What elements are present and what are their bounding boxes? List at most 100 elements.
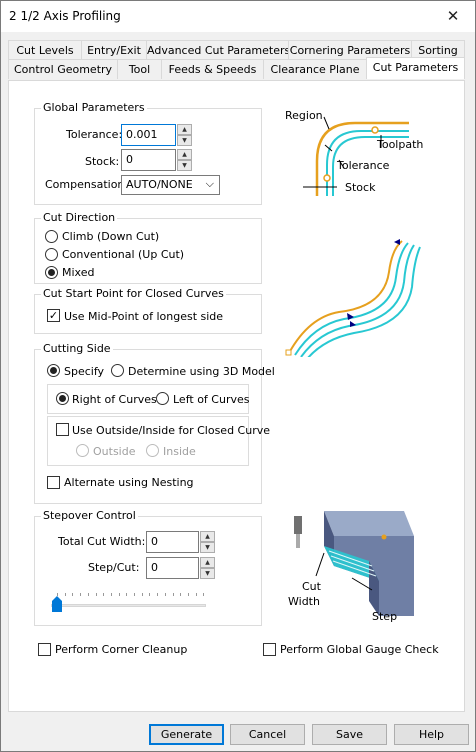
- generate-button[interactable]: Generate: [149, 724, 224, 745]
- total-cut-width-input[interactable]: 0: [146, 531, 199, 553]
- spin-up-icon[interactable]: ▲: [200, 557, 215, 568]
- slider-tick: [134, 593, 135, 596]
- compensation-label: Compensation:: [45, 178, 129, 191]
- alternate-nesting-label[interactable]: Alternate using Nesting: [64, 476, 194, 489]
- determine-3d-model-label[interactable]: Determine using 3D Model: [128, 365, 275, 378]
- spin-up-icon[interactable]: ▲: [177, 149, 192, 160]
- cutting-side-diagram: [285, 239, 421, 357]
- slider-tick: [126, 593, 128, 596]
- tolerance-input[interactable]: 0.001: [121, 124, 176, 146]
- tab-clearance-plane[interactable]: Clearance Plane: [263, 59, 367, 79]
- outside-radio[interactable]: [76, 444, 89, 457]
- compensation-select[interactable]: AUTO/NONE ⌵: [121, 175, 220, 195]
- tab-advanced-cut-parameters[interactable]: Advanced Cut Parameters: [146, 40, 290, 60]
- cut-direction-title: Cut Direction: [41, 211, 118, 224]
- stock-label: Stock:: [85, 155, 120, 168]
- tolerance-diagram-label: Tolerance: [336, 159, 390, 172]
- tab-feeds-speeds[interactable]: Feeds & Speeds: [161, 59, 264, 79]
- spin-up-icon[interactable]: ▲: [177, 124, 192, 135]
- tab-entry-exit[interactable]: Entry/Exit: [81, 40, 147, 60]
- left-of-curves-radio[interactable]: [156, 392, 169, 405]
- dialog-window: 2 1/2 Axis Profiling ✕ Cut Levels Entry/…: [0, 0, 476, 752]
- right-of-curves-radio[interactable]: [56, 392, 69, 405]
- slider-tick: [80, 593, 82, 596]
- tolerance-spinner[interactable]: ▲ ▼: [177, 124, 192, 147]
- slider-tick: [87, 593, 89, 596]
- tab-cut-parameters[interactable]: Cut Parameters: [366, 57, 465, 79]
- slider-tick: [64, 593, 66, 596]
- stock-input[interactable]: 0: [121, 149, 176, 171]
- slider-tick: [95, 593, 97, 596]
- cancel-button[interactable]: Cancel: [230, 724, 305, 745]
- step-diagram-label: Step: [372, 610, 397, 623]
- spin-down-icon[interactable]: ▼: [200, 568, 215, 579]
- use-outside-inside-label[interactable]: Use Outside/Inside for Closed Curve: [72, 424, 270, 437]
- right-of-curves-label[interactable]: Right of Curves: [72, 393, 157, 406]
- slider-tick: [149, 593, 151, 596]
- save-button[interactable]: Save: [312, 724, 387, 745]
- spin-up-icon[interactable]: ▲: [200, 531, 215, 542]
- step-cut-input[interactable]: 0: [146, 557, 199, 579]
- slider-tick: [110, 593, 112, 596]
- cut-start-point-title: Cut Start Point for Closed Curves: [41, 287, 226, 300]
- tab-cut-levels[interactable]: Cut Levels: [8, 40, 82, 60]
- cut-diagram-label: Cut: [302, 580, 322, 593]
- corner-cleanup-label[interactable]: Perform Corner Cleanup: [55, 643, 187, 656]
- conventional-radio[interactable]: [45, 248, 58, 261]
- determine-3d-model-radio[interactable]: [111, 364, 124, 377]
- chevron-down-icon: ⌵: [205, 177, 214, 190]
- outside-label: Outside: [93, 445, 136, 458]
- inside-radio[interactable]: [146, 444, 159, 457]
- spin-down-icon[interactable]: ▼: [177, 135, 192, 146]
- title-bar: 2 1/2 Axis Profiling ✕: [1, 1, 475, 32]
- specify-radio[interactable]: [47, 364, 60, 377]
- mixed-label[interactable]: Mixed: [62, 266, 94, 279]
- climb-radio[interactable]: [45, 230, 58, 243]
- inside-label: Inside: [163, 445, 196, 458]
- slider-tick: [172, 593, 174, 596]
- slider-tick: [203, 593, 205, 596]
- slider-tick: [164, 593, 166, 596]
- spin-down-icon[interactable]: ▼: [177, 160, 192, 171]
- gauge-check-label[interactable]: Perform Global Gauge Check: [280, 643, 439, 656]
- tab-control-geometry[interactable]: Control Geometry: [8, 59, 118, 79]
- use-outside-inside-checkbox[interactable]: [56, 423, 69, 436]
- midpoint-checkbox[interactable]: ✓: [47, 309, 60, 322]
- slider-tick: [103, 593, 105, 596]
- compensation-value: AUTO/NONE: [126, 178, 193, 191]
- stepover-slider-track[interactable]: [51, 604, 206, 607]
- stepover-diagram: Cut Width Step: [288, 511, 414, 623]
- cutting-side-title: Cutting Side: [41, 342, 113, 355]
- tab-tool[interactable]: Tool: [117, 59, 162, 79]
- stock-diagram-label: Stock: [345, 181, 376, 194]
- total-cut-width-spinner[interactable]: ▲ ▼: [200, 531, 215, 554]
- stock-spinner[interactable]: ▲ ▼: [177, 149, 192, 172]
- alternate-nesting-checkbox[interactable]: [47, 476, 60, 489]
- spin-down-icon[interactable]: ▼: [200, 542, 215, 553]
- tolerance-stock-diagram: Region Toolpath Tolerance Stock: [285, 109, 423, 196]
- slider-tick: [118, 593, 120, 596]
- step-cut-spinner[interactable]: ▲ ▼: [200, 557, 215, 580]
- slider-tick: [72, 593, 74, 596]
- specify-label[interactable]: Specify: [64, 365, 104, 378]
- slider-tick: [141, 593, 143, 596]
- left-of-curves-label[interactable]: Left of Curves: [173, 393, 249, 406]
- corner-cleanup-checkbox[interactable]: [38, 643, 51, 656]
- close-icon[interactable]: ✕: [431, 1, 475, 32]
- gauge-check-checkbox[interactable]: [263, 643, 276, 656]
- slider-tick: [180, 593, 182, 596]
- tolerance-label: Tolerance:: [66, 128, 123, 141]
- region-label: Region: [285, 109, 323, 122]
- stepover-control-title: Stepover Control: [41, 509, 138, 522]
- help-button[interactable]: Help: [394, 724, 469, 745]
- mixed-radio[interactable]: [45, 266, 58, 279]
- slider-tick: [195, 593, 197, 596]
- slider-tick: [187, 593, 189, 596]
- window-title: 2 1/2 Axis Profiling: [9, 9, 121, 23]
- midpoint-label[interactable]: Use Mid-Point of longest side: [64, 310, 223, 323]
- conventional-label[interactable]: Conventional (Up Cut): [62, 248, 184, 261]
- climb-label[interactable]: Climb (Down Cut): [62, 230, 159, 243]
- stepover-slider-thumb[interactable]: [51, 595, 63, 613]
- toolpath-label: Toolpath: [376, 138, 423, 151]
- width-diagram-label: Width: [288, 595, 320, 608]
